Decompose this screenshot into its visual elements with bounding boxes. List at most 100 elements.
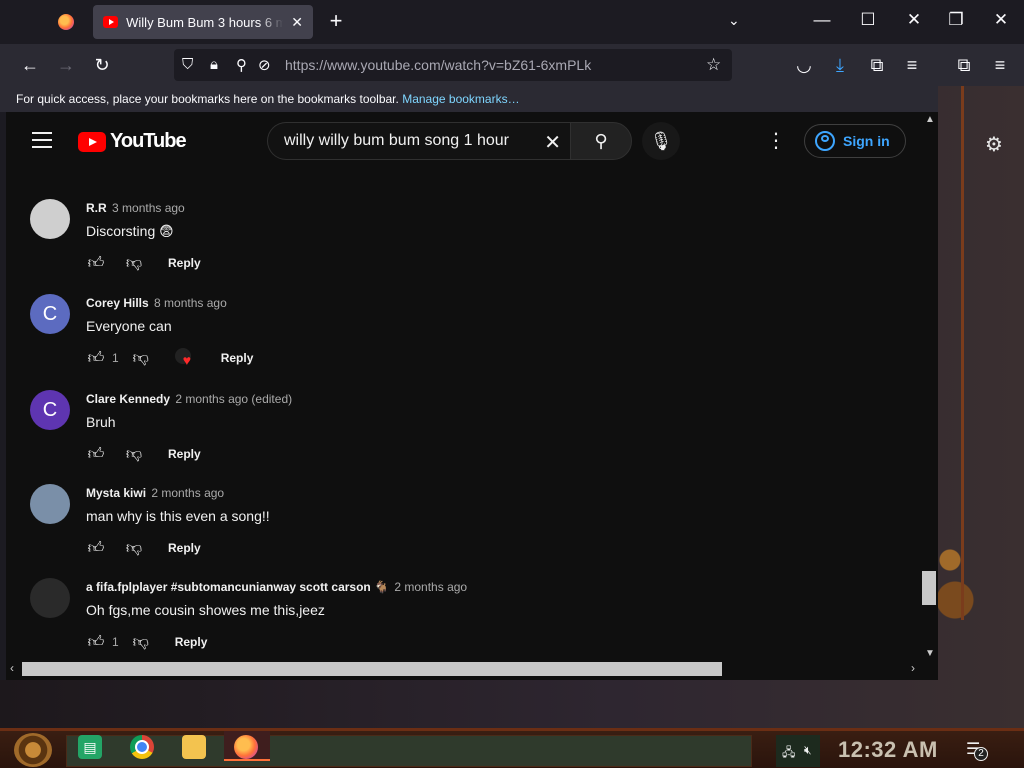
- firefox-view-button[interactable]: [52, 10, 80, 34]
- download-icon[interactable]: ⤓: [828, 54, 852, 76]
- pocket-icon[interactable]: ◡: [792, 54, 816, 76]
- comment-author[interactable]: Corey Hills: [86, 296, 149, 310]
- comment-author[interactable]: a fifa.fplplayer #subtomancunianway scot…: [86, 580, 389, 594]
- comment-time[interactable]: 2 months ago (edited): [175, 392, 292, 406]
- comment-text: man why is this even a song!!: [86, 508, 270, 524]
- bookmarks-message: For quick access, place your bookmarks h…: [16, 92, 399, 106]
- volume-muted-icon[interactable]: 🔇︎: [804, 743, 812, 758]
- thumbs-up-icon[interactable]: 👍︎: [86, 253, 106, 273]
- avatar[interactable]: C: [30, 390, 70, 430]
- thumbs-up-icon[interactable]: 👍︎: [86, 348, 106, 368]
- close-tab-icon[interactable]: ✕: [291, 14, 303, 31]
- network-icon[interactable]: 🖧: [782, 743, 795, 764]
- url-text[interactable]: https://www.youtube.com/watch?v=bZ61-6xm…: [285, 57, 591, 73]
- hamburger-menu-icon[interactable]: [32, 132, 52, 153]
- menu-outer-icon[interactable]: ≡: [988, 54, 1012, 76]
- like-count: 1: [112, 635, 119, 649]
- avatar[interactable]: [30, 199, 70, 239]
- comment-actions: 👍︎ 👎︎ Reply: [86, 444, 201, 464]
- reply-button[interactable]: Reply: [168, 541, 201, 555]
- comment-actions: 👍︎ 👎︎ Reply: [86, 538, 201, 558]
- extensions-icon[interactable]: ⧉: [865, 54, 889, 76]
- comment-author[interactable]: R.R: [86, 201, 107, 215]
- bookmarks-toolbar: For quick access, place your bookmarks h…: [0, 86, 938, 112]
- sheets-icon[interactable]: ▤: [78, 735, 102, 759]
- lock-icon[interactable]: 🔒︎: [210, 56, 218, 73]
- thumbs-up-icon[interactable]: 👍︎: [86, 538, 106, 558]
- scroll-down-arrow[interactable]: ▼: [925, 648, 935, 659]
- comment-text: Bruh: [86, 414, 116, 430]
- reply-button[interactable]: Reply: [175, 635, 208, 649]
- thumbs-up-icon[interactable]: 👍︎: [86, 632, 106, 652]
- close-outer-window-button[interactable]: ✕: [989, 10, 1013, 30]
- comment-text: Discorsting 😨: [86, 223, 174, 239]
- reply-button[interactable]: Reply: [168, 447, 201, 461]
- avatar[interactable]: [30, 578, 70, 618]
- maximize-button[interactable]: ☐: [856, 10, 880, 30]
- start-button[interactable]: [14, 733, 52, 767]
- like-count: 1: [112, 351, 119, 365]
- shield-icon[interactable]: ⛉: [182, 56, 193, 73]
- horizontal-scrollbar-thumb[interactable]: [22, 662, 722, 676]
- comment-time[interactable]: 3 months ago: [112, 201, 185, 215]
- sign-in-button[interactable]: Sign in: [804, 124, 906, 158]
- file-explorer-icon[interactable]: [182, 735, 206, 759]
- extensions-outer-icon[interactable]: ⧉: [952, 54, 976, 76]
- reply-button[interactable]: Reply: [221, 351, 254, 365]
- sign-in-label: Sign in: [843, 133, 890, 149]
- comment-time[interactable]: 2 months ago: [394, 580, 467, 594]
- comment-author[interactable]: Mysta kiwi: [86, 486, 146, 500]
- thumbs-down-icon[interactable]: 👎︎: [131, 632, 151, 652]
- thumbs-up-icon[interactable]: 👍︎: [86, 444, 106, 464]
- clock[interactable]: 12:32 AM: [838, 737, 938, 763]
- thumbs-down-icon[interactable]: 👎︎: [124, 538, 144, 558]
- url-bar[interactable]: ⛉ 🔒︎ ⚲ ⊘ https://www.youtube.com/watch?v…: [174, 49, 732, 81]
- clear-search-icon[interactable]: ✕: [544, 130, 561, 155]
- firefox-taskbar-icon[interactable]: [234, 735, 258, 759]
- horizontal-scrollbar: ‹ ›: [6, 660, 924, 678]
- vertical-scrollbar-thumb[interactable]: [922, 571, 936, 605]
- notification-icon[interactable]: ☰ 2: [966, 739, 988, 761]
- avatar-letter: C: [42, 302, 58, 325]
- back-arrow-icon[interactable]: ←: [18, 54, 42, 76]
- scroll-right-arrow[interactable]: ›: [911, 661, 915, 675]
- comment-actions: 👍︎ 👎︎ Reply: [86, 253, 201, 273]
- taskbar: ▤ 🖧 🔇︎ 12:32 AM ☰ 2: [0, 728, 1024, 768]
- reload-icon[interactable]: ↻: [90, 54, 114, 76]
- search-button[interactable]: ⚲: [570, 122, 632, 160]
- scroll-up-arrow[interactable]: ▲: [925, 114, 935, 125]
- microphone-icon[interactable]: 🎙︎: [642, 122, 680, 160]
- menu-icon[interactable]: ≡: [900, 54, 924, 76]
- thumbs-down-icon[interactable]: 👎︎: [124, 444, 144, 464]
- autoplay-blocked-icon[interactable]: ⊘: [258, 56, 271, 74]
- permissions-icon[interactable]: ⚲: [236, 56, 247, 74]
- comment-time[interactable]: 8 months ago: [154, 296, 227, 310]
- restore-button[interactable]: ❐: [944, 10, 968, 30]
- comment-header: Clare Kennedy 2 months ago (edited): [86, 392, 292, 406]
- thumbs-down-icon[interactable]: 👎︎: [131, 348, 151, 368]
- minimize-button[interactable]: —: [810, 10, 834, 30]
- manage-bookmarks-link[interactable]: Manage bookmarks…: [402, 92, 519, 106]
- search-input[interactable]: willy willy bum bum song 1 hour ✕: [267, 122, 571, 160]
- tab-youtube[interactable]: Willy Bum Bum 3 hours 6 min and 12 secs …: [93, 5, 313, 39]
- taskbar-apps: [66, 735, 752, 767]
- gear-icon[interactable]: ⚙: [978, 128, 1010, 160]
- avatar[interactable]: C: [30, 294, 70, 334]
- scroll-left-arrow[interactable]: ‹: [10, 661, 14, 675]
- chrome-icon[interactable]: [130, 735, 154, 759]
- close-window-button[interactable]: ✕: [902, 10, 926, 30]
- forward-arrow-icon[interactable]: →: [54, 54, 78, 76]
- avatar[interactable]: [30, 484, 70, 524]
- thumbs-down-icon[interactable]: 👎︎: [124, 253, 144, 273]
- youtube-logo[interactable]: YouTube: [78, 130, 187, 153]
- more-options-icon[interactable]: ⋮: [766, 128, 786, 153]
- comment-time[interactable]: 2 months ago: [151, 486, 224, 500]
- new-tab-button[interactable]: +: [324, 10, 348, 34]
- bookmark-star-icon[interactable]: ☆: [706, 55, 721, 75]
- chevron-down-icon[interactable]: ⌄: [728, 12, 740, 29]
- comment-author[interactable]: Clare Kennedy: [86, 392, 170, 406]
- firefox-icon: [58, 14, 74, 30]
- comment-header: R.R 3 months ago: [86, 201, 185, 215]
- reply-button[interactable]: Reply: [168, 256, 201, 270]
- desktop-frame: [940, 60, 964, 620]
